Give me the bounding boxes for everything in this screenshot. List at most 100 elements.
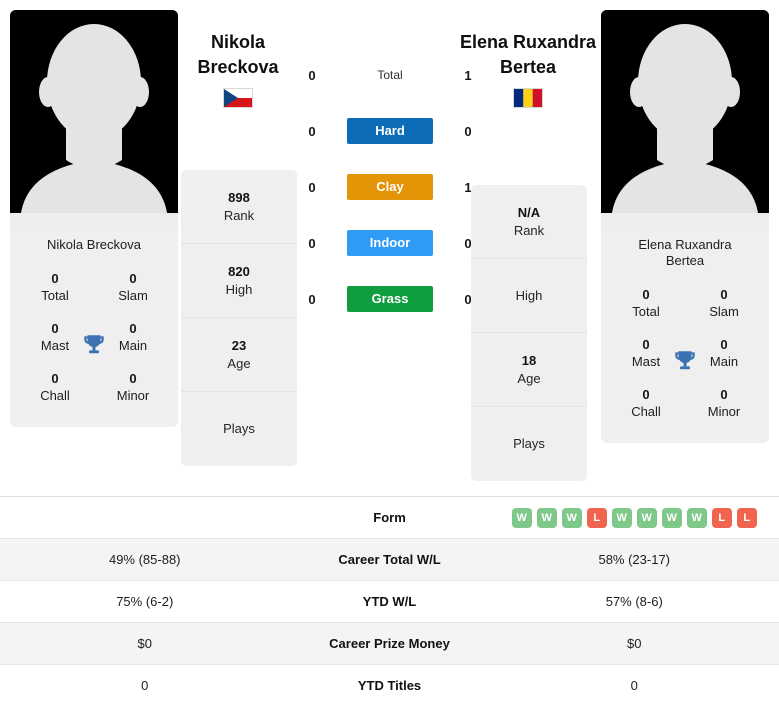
surface-row-total: 0 Total 1	[299, 62, 481, 88]
player-card-right[interactable]: Elena Ruxandra Bertea 0 Total 0 Slam 0 M…	[601, 10, 769, 443]
table-row-ytd-wl: 75% (6-2) YTD W/L 57% (8-6)	[0, 581, 779, 623]
form-badge-win: W	[511, 507, 532, 528]
title-cell-minor: 0 Minor	[94, 363, 172, 413]
trophy-icon	[81, 332, 107, 358]
title-cell-total: 0 Total	[607, 279, 685, 329]
form-badge-win: W	[561, 507, 582, 528]
title-cell-total: 0 Total	[16, 263, 94, 313]
titles-grid-left: 0 Total 0 Slam 0 Mast 0 Main 0 Chall 0 M…	[10, 263, 178, 427]
title-cell-slam: 0 Slam	[94, 263, 172, 313]
title-value: 0	[51, 371, 59, 386]
stat-left-value: 49% (85-88)	[108, 552, 181, 567]
surface-label-total: Total	[377, 68, 403, 82]
rank-cell-age: 23 Age	[181, 318, 297, 392]
form-right-value: WWWLWWWWLL	[490, 507, 779, 528]
surface-label-clay[interactable]: Clay	[347, 174, 433, 200]
surface-score-left: 0	[308, 291, 316, 307]
surface-score-left: 0	[308, 179, 316, 195]
surface-score-right: 1	[464, 67, 472, 83]
surface-label-grass[interactable]: Grass	[347, 286, 433, 312]
title-value: 0	[642, 387, 650, 402]
player-name-left-line1: Nikola	[210, 32, 266, 52]
surface-score-left: 0	[308, 235, 316, 251]
stat-label: YTD W/L	[362, 594, 417, 609]
title-label: Total	[41, 288, 69, 303]
rank-label: Plays	[513, 436, 545, 451]
title-value: 0	[129, 271, 137, 286]
player-card-name-right: Elena Ruxandra Bertea	[601, 225, 769, 279]
table-row-ytd-titles: 0 YTD Titles 0	[0, 665, 779, 706]
rank-cell-high: 820 High	[181, 244, 297, 318]
titles-grid-right: 0 Total 0 Slam 0 Mast 0 Main 0 Chall 0 M…	[601, 279, 769, 443]
rank-value: 18	[521, 352, 537, 368]
title-label: Minor	[116, 388, 150, 403]
table-row-form: Form WWWLWWWWLL	[0, 497, 779, 539]
rank-label: High	[515, 287, 543, 303]
surface-breakdown: 0 Total 1 0 Hard 0 0 Clay 1 0 Indoor 0 0	[299, 62, 481, 312]
stat-label: Career Total W/L	[338, 552, 441, 567]
trophy-icon	[672, 348, 698, 374]
title-cell-slam: 0 Slam	[685, 279, 763, 329]
stat-left-value: 0	[141, 678, 149, 693]
title-label: Chall	[631, 404, 661, 419]
stat-left-value: 75% (6-2)	[116, 594, 174, 609]
title-value: 0	[51, 271, 59, 286]
title-value: 0	[720, 287, 728, 302]
surface-label-hard[interactable]: Hard	[347, 118, 433, 144]
title-value: 0	[129, 371, 137, 386]
player-name-right-line1: Elena Ruxandra	[459, 32, 597, 52]
title-cell-chall: 0 Chall	[16, 363, 94, 413]
surface-label-indoor[interactable]: Indoor	[347, 230, 433, 256]
table-row-career-prize-money: $0 Career Prize Money $0	[0, 623, 779, 665]
czech-republic-flag-icon	[223, 88, 253, 108]
title-label: Chall	[40, 388, 70, 403]
stat-label: YTD Titles	[357, 678, 422, 693]
form-badge-list: WWWLWWWWLL	[490, 507, 779, 528]
title-value: 0	[642, 287, 650, 302]
form-badge-win: W	[536, 507, 557, 528]
title-label: Slam	[709, 304, 739, 319]
player-card-left[interactable]: Nikola Breckova 0 Total 0 Slam 0 Mast 0 …	[10, 10, 178, 427]
comparison-stats-table: Form WWWLWWWWLL 49% (85-88) Career Total…	[0, 496, 779, 706]
title-value: 0	[720, 387, 728, 402]
surface-row-indoor: 0 Indoor 0	[299, 230, 481, 256]
player-card-name-line2: Bertea	[665, 253, 705, 268]
rank-label: Age	[227, 355, 251, 371]
rank-cell-high: High	[471, 259, 587, 333]
rank-label: High	[225, 281, 253, 297]
headline-left: Nikola Breckova	[158, 30, 318, 108]
player-name-left[interactable]: Nikola Breckova	[158, 30, 318, 80]
rank-label: Rank	[223, 207, 255, 223]
romania-flag-icon	[513, 88, 543, 108]
rank-cell-rank: 898 Rank	[181, 170, 297, 244]
avatar	[601, 10, 769, 225]
surface-score-left: 0	[308, 123, 316, 139]
form-badge-win: W	[686, 507, 707, 528]
surface-row-hard: 0 Hard 0	[299, 118, 481, 144]
stat-right-value: 57% (8-6)	[605, 594, 663, 609]
stat-label: Career Prize Money	[329, 636, 450, 651]
h2h-comparison-page: Nikola Breckova 0 Total 0 Slam 0 Mast 0 …	[0, 0, 779, 719]
stat-right-value: 58% (23-17)	[598, 552, 671, 567]
rank-panel-left: 898 Rank 820 High 23 Age Plays	[181, 170, 297, 466]
title-label: Slam	[118, 288, 148, 303]
surface-score-left: 0	[308, 67, 316, 83]
stat-right-value: 0	[630, 678, 638, 693]
title-label: Minor	[707, 404, 741, 419]
stat-left-value: $0	[137, 636, 152, 651]
rank-value: N/A	[517, 204, 541, 220]
surface-row-grass: 0 Grass 0	[299, 286, 481, 312]
rank-value: 820	[228, 263, 250, 279]
rank-label: Rank	[513, 222, 545, 238]
form-badge-loss: L	[711, 507, 732, 528]
form-badge-win: W	[636, 507, 657, 528]
rank-value: 23	[231, 337, 247, 353]
player-card-name-line1: Elena Ruxandra	[638, 237, 732, 252]
title-cell-minor: 0 Minor	[685, 379, 763, 429]
surface-score-right: 0	[464, 123, 472, 139]
title-label: Total	[632, 304, 660, 319]
rank-label: Plays	[223, 421, 255, 436]
avatar	[10, 10, 178, 225]
rank-cell-plays: Plays	[181, 392, 297, 466]
form-label: Form	[373, 510, 406, 525]
